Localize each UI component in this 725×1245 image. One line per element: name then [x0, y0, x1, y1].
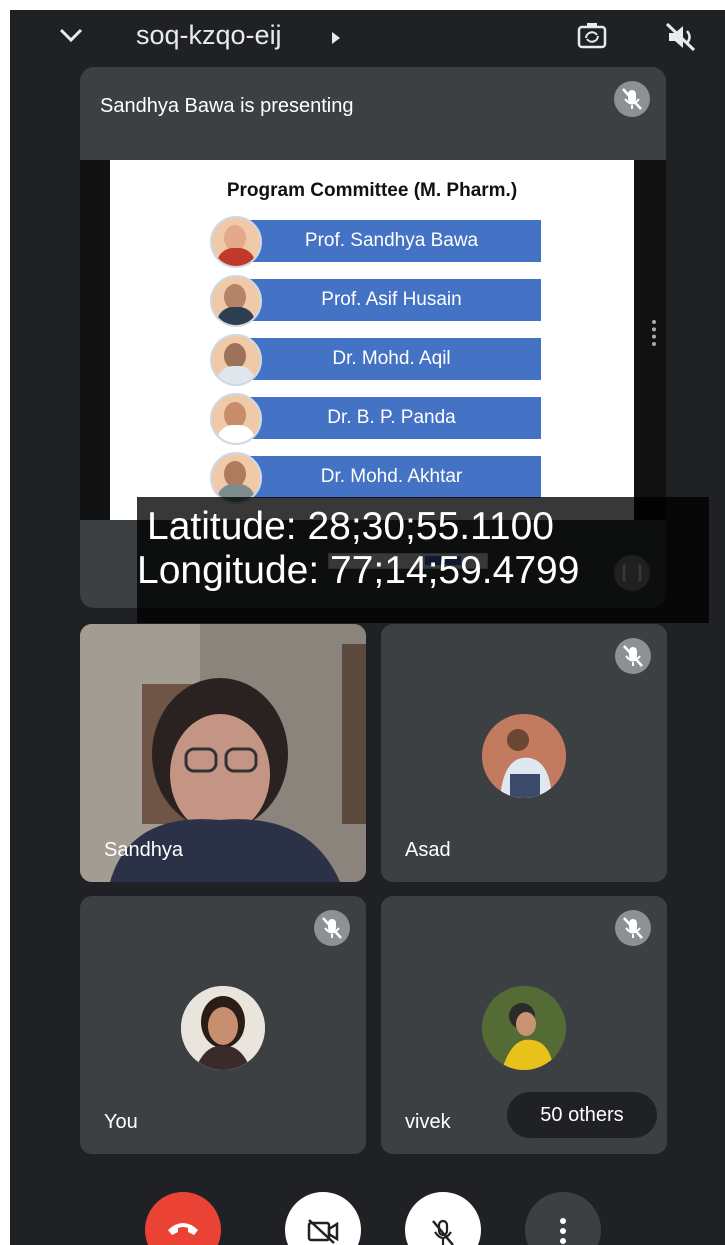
participant-name: Sandhya — [104, 839, 183, 861]
mic-muted-icon — [615, 638, 651, 674]
participant-tile-you[interactable]: You — [80, 896, 366, 1154]
participant-tile-asad[interactable]: Asad — [381, 624, 667, 882]
latitude-text: Latitude: 28;30;55.1100 — [147, 505, 554, 548]
participant-tile-vivek[interactable]: vivek 50 others — [381, 896, 667, 1154]
camera-switch-icon[interactable] — [577, 22, 607, 50]
member-photo — [210, 216, 262, 268]
mic-muted-icon — [615, 910, 651, 946]
avatar — [482, 714, 566, 798]
speaker-off-icon[interactable] — [665, 22, 697, 52]
meeting-code[interactable]: soq-kzqo-eij — [136, 20, 282, 51]
end-call-icon — [168, 1223, 198, 1235]
end-call-button[interactable] — [145, 1192, 221, 1245]
member-name: Prof. Sandhya Bawa — [242, 220, 541, 262]
top-bar: soq-kzqo-eij — [10, 10, 725, 62]
member-photo — [210, 334, 262, 386]
shared-screen: Program Committee (M. Pharm.) Prof. Sand… — [80, 160, 666, 569]
mic-off-icon — [432, 1219, 454, 1245]
member-photo — [210, 275, 262, 327]
others-count-chip[interactable]: 50 others — [507, 1092, 657, 1138]
mic-toggle-button[interactable] — [405, 1192, 481, 1245]
camera-toggle-button[interactable] — [285, 1192, 361, 1245]
participant-name: Asad — [405, 839, 451, 861]
scroll-handle[interactable] — [652, 320, 660, 346]
member-photo — [210, 393, 262, 445]
presenting-label: Sandhya Bawa is presenting — [100, 95, 354, 117]
camera-off-icon — [307, 1219, 339, 1244]
member-name: Dr. Mohd. Akhtar — [242, 456, 541, 498]
chevron-down-icon[interactable] — [58, 22, 84, 48]
participant-tile-sandhya[interactable]: Sandhya — [80, 624, 366, 882]
longitude-text: Longitude: 77;14;59.4799 — [137, 549, 580, 592]
meet-screen: soq-kzqo-eij Sandhya Bawa is presenting — [10, 10, 725, 1245]
mic-muted-icon — [314, 910, 350, 946]
member-name: Dr. Mohd. Aqil — [242, 338, 541, 380]
more-options-button[interactable] — [525, 1192, 601, 1245]
member-name: Prof. Asif Husain — [242, 279, 541, 321]
participant-name: vivek — [405, 1111, 451, 1133]
presenter-mic-muted-icon — [614, 81, 650, 117]
avatar — [181, 986, 265, 1070]
slide-heading: Program Committee (M. Pharm.) — [226, 180, 518, 201]
member-name: Dr. B. P. Panda — [242, 397, 541, 439]
participant-name: You — [104, 1111, 138, 1133]
avatar — [482, 986, 566, 1070]
meeting-info-arrow-icon[interactable] — [332, 32, 340, 44]
presentation-slide: Program Committee (M. Pharm.) Prof. Sand… — [110, 160, 634, 569]
more-options-icon — [560, 1218, 566, 1244]
geotag-overlay: Latitude: 28;30;55.1100 Longitude: 77;14… — [137, 497, 709, 623]
